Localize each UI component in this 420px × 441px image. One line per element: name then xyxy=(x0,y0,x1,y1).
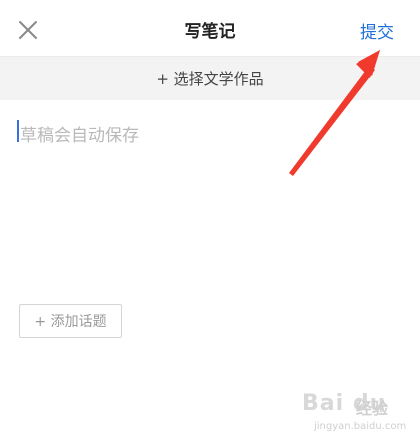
editor-placeholder: 草稿会自动保存 xyxy=(20,126,139,146)
watermark-text: 经验 xyxy=(356,399,389,418)
page-title: 写笔记 xyxy=(184,22,236,42)
select-literary-work-label: + 选择文学作品 xyxy=(156,70,264,88)
add-topic-label: + 添加话题 xyxy=(34,314,107,330)
text-caret xyxy=(17,120,19,142)
baidu-jingyan-watermark: Bai du 经验 jingyan.baidu.com xyxy=(300,385,410,437)
submit-button[interactable]: 提交 xyxy=(360,18,394,43)
header-bar: 写笔记 提交 xyxy=(0,0,420,56)
select-literary-work-button[interactable]: + 选择文学作品 xyxy=(0,56,420,100)
watermark-url: jingyan.baidu.com xyxy=(314,421,407,432)
write-note-page: 写笔记 提交 + 选择文学作品 草稿会自动保存 + 添加话题 Bai du 经验… xyxy=(0,0,420,441)
add-topic-button[interactable]: + 添加话题 xyxy=(19,304,122,338)
